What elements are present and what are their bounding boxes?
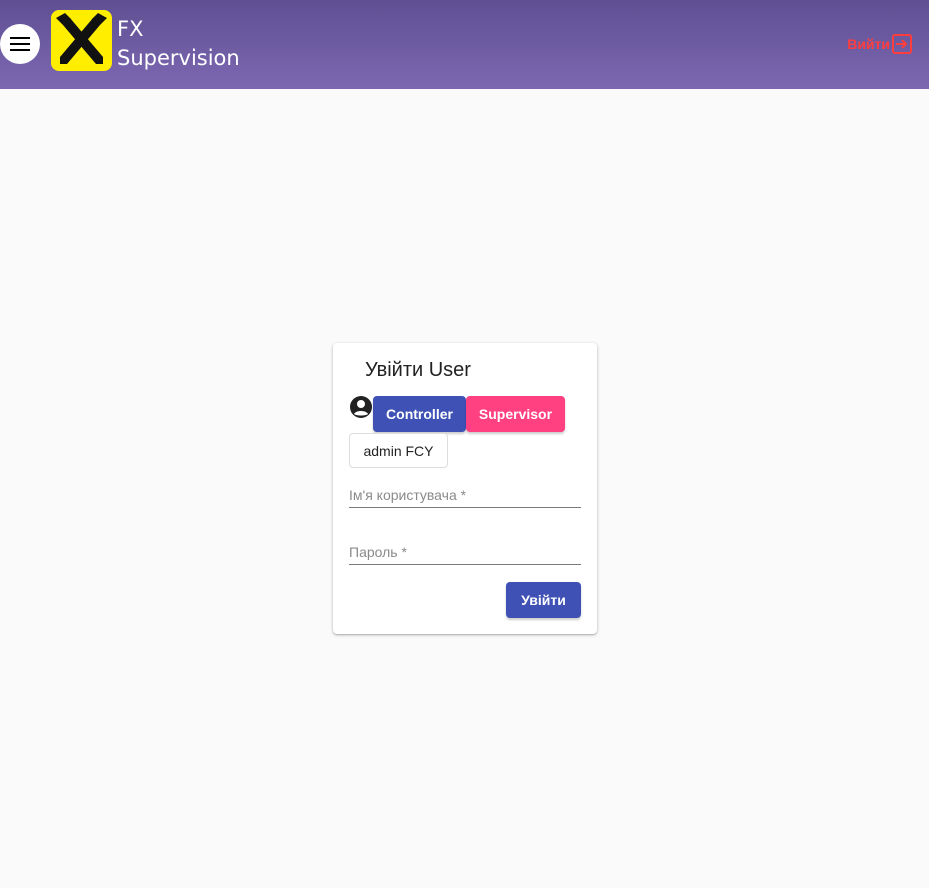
password-field [349, 540, 581, 565]
app-header: FX Supervision Вийти [0, 0, 929, 89]
logout-button[interactable]: Вийти [847, 34, 912, 54]
login-card: Увійти User Controller Supervisor admin … [333, 343, 597, 634]
logout-icon [892, 34, 912, 54]
app-title-line2: Supervision [117, 46, 240, 70]
supervisor-role-button[interactable]: Supervisor [466, 396, 565, 432]
username-input[interactable] [349, 483, 581, 507]
controller-role-button[interactable]: Controller [373, 396, 466, 432]
app-title: FX Supervision [117, 15, 240, 73]
password-input[interactable] [349, 540, 581, 564]
login-title: Увійти User [365, 359, 471, 381]
menu-icon [10, 37, 30, 51]
menu-button[interactable] [0, 24, 40, 64]
logout-label: Вийти [847, 36, 890, 52]
app-title-line1: FX [117, 17, 144, 41]
username-field [349, 483, 581, 508]
login-submit-button[interactable]: Увійти [506, 582, 581, 618]
admin-fcy-button[interactable]: admin FCY [349, 433, 448, 468]
account-circle-icon [350, 396, 372, 418]
raiffeisen-logo [51, 10, 112, 71]
